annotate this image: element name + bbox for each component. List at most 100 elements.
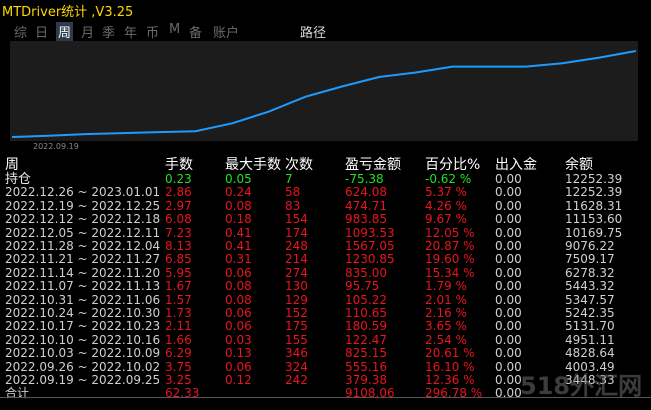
cell-pct: 19.60 % <box>425 252 475 267</box>
table-row[interactable]: 2022.11.21 ~ 2022.11.27 6.85 0.31 214 1230.8… <box>0 252 651 267</box>
tab-account[interactable]: 账户 <box>213 22 239 41</box>
header-balance: 余额 <box>565 157 593 173</box>
tab-week[interactable]: 周 <box>56 22 74 41</box>
table-row[interactable]: 2022.12.26 ~ 2023.01.01 2.86 0.24 58 624.08 5… <box>0 185 651 200</box>
cell-max-lots: 0.06 <box>225 265 252 280</box>
cell-lots: 3.75 <box>165 359 192 374</box>
cell-count: 242 <box>285 373 308 387</box>
cell-deposit: 0.00 <box>495 239 522 253</box>
cell-pl: 1567.05 <box>345 239 395 253</box>
cell-balance: 4828.64 <box>565 346 615 361</box>
cell-count: 274 <box>285 265 308 280</box>
cell-balance: 4951.11 <box>565 332 615 347</box>
cell-count: 83 <box>285 198 301 213</box>
tab-backup[interactable]: 备 <box>189 22 202 41</box>
cell-period: 2022.09.26 ~ 2022.10.02 <box>5 359 161 374</box>
cell-deposit: 0.00 <box>495 225 522 240</box>
cell-count: 7 <box>285 172 293 186</box>
cell-balance: 7509.17 <box>565 252 615 267</box>
cell-pct: 20.61 % <box>425 346 475 361</box>
cell-pl: 110.65 <box>345 306 387 320</box>
cell-lots: 1.73 <box>165 306 192 320</box>
cell-period: 2022.11.14 ~ 2022.11.20 <box>5 265 161 280</box>
tab-year[interactable]: 年 <box>124 22 137 41</box>
table-row[interactable]: 2022.10.31 ~ 2022.11.06 1.57 0.08 129 105.22… <box>0 292 651 307</box>
table-row[interactable]: 2022.12.05 ~ 2022.12.11 7.23 0.41 174 1093.5… <box>0 225 651 240</box>
tab-day[interactable]: 日 <box>35 22 48 41</box>
cell-pct: 2.01 % <box>425 292 467 307</box>
balance-chart <box>10 41 638 141</box>
cell-lots: 5.95 <box>165 265 192 280</box>
cell-lots: 2.97 <box>165 198 192 213</box>
cell-max-lots: 0.18 <box>225 212 252 227</box>
tab-m[interactable]: M <box>169 22 180 37</box>
cell-max-lots: 0.06 <box>225 359 252 374</box>
table-row[interactable]: 2022.12.19 ~ 2022.12.25 2.97 0.08 83 474.71 4… <box>0 198 651 213</box>
cell-lots: 6.85 <box>165 252 192 267</box>
cell-deposit: 0.00 <box>495 319 522 334</box>
cell-count: 324 <box>285 359 308 374</box>
cell-max-lots: 0.08 <box>225 292 252 307</box>
cell-balance: 5131.70 <box>565 319 615 334</box>
tab-quarter[interactable]: 季 <box>102 22 115 41</box>
cell-pct: 12.05 % <box>425 225 475 240</box>
cell-balance: 10169.75 <box>565 225 623 240</box>
table-row[interactable]: 2022.12.12 ~ 2022.12.18 6.08 0.18 154 983.85… <box>0 212 651 227</box>
cell-period: 持仓 <box>5 172 32 187</box>
tab-path[interactable]: 路径 <box>300 22 326 41</box>
cell-deposit: 0.00 <box>495 306 522 320</box>
cell-pct: 20.87 % <box>425 239 475 253</box>
balance-series-line <box>11 50 637 138</box>
cell-period: 2022.10.24 ~ 2022.10.30 <box>5 306 161 320</box>
cell-max-lots: 0.03 <box>225 332 252 347</box>
cell-count: 152 <box>285 306 308 320</box>
table-row[interactable]: 2022.11.14 ~ 2022.11.20 5.95 0.06 274 835.00… <box>0 265 651 280</box>
table-row[interactable]: 2022.10.17 ~ 2022.10.23 2.11 0.06 175 180.59… <box>0 319 651 334</box>
tab-currency[interactable]: 币 <box>146 22 159 41</box>
cell-deposit: 0.00 <box>495 292 522 307</box>
cell-pl: 9108.06 <box>345 386 395 401</box>
cell-balance: 6278.32 <box>565 265 615 280</box>
cell-max-lots: 0.41 <box>225 225 252 240</box>
cell-period: 2022.12.19 ~ 2022.12.25 <box>5 198 161 213</box>
table-row[interactable]: 2022.11.07 ~ 2022.11.13 1.67 0.08 130 95.75 1… <box>0 279 651 294</box>
header-pl: 盈亏金额 <box>345 157 401 173</box>
cell-period: 2022.12.12 ~ 2022.12.18 <box>5 212 161 227</box>
cell-pl: 835.00 <box>345 265 387 280</box>
cell-balance: 9076.22 <box>565 239 615 253</box>
cell-pct: 12.36 % <box>425 373 475 387</box>
watermark: 518外汇网 <box>520 372 643 400</box>
table-row[interactable]: 2022.10.03 ~ 2022.10.09 6.29 0.13 346 825.15… <box>0 346 651 361</box>
cell-pct: 2.16 % <box>425 306 467 320</box>
cell-pl: 555.16 <box>345 359 387 374</box>
cell-count: 130 <box>285 279 308 294</box>
cell-deposit: 0.00 <box>495 252 522 267</box>
table-row[interactable]: 2022.10.10 ~ 2022.10.16 1.66 0.03 155 122.47… <box>0 332 651 347</box>
cell-deposit: 0.00 <box>495 359 522 374</box>
cell-pct: 5.37 % <box>425 185 467 200</box>
cell-max-lots: 0.08 <box>225 279 252 294</box>
cell-pl: 1230.85 <box>345 252 395 267</box>
cell-period: 2022.10.10 ~ 2022.10.16 <box>5 332 161 347</box>
header-max-lots: 最大手数 <box>225 157 281 173</box>
holding-row[interactable]: 持仓 0.23 0.05 7 -75.38 -0.62 % 0.00 12252.39 <box>0 172 651 187</box>
tab-month[interactable]: 月 <box>81 22 94 41</box>
cell-balance: 5443.32 <box>565 279 615 294</box>
cell-balance: 12252.39 <box>565 172 623 186</box>
table-row[interactable]: 2022.10.24 ~ 2022.10.30 1.73 0.06 152 110.65… <box>0 306 651 320</box>
cell-count: 58 <box>285 185 301 200</box>
table-row[interactable]: 2022.11.28 ~ 2022.12.04 8.13 0.41 248 1567.0… <box>0 239 651 253</box>
cell-lots: 7.23 <box>165 225 192 240</box>
cell-lots: 1.57 <box>165 292 192 307</box>
cell-pl: 105.22 <box>345 292 387 307</box>
tab-summary[interactable]: 综 <box>14 22 27 41</box>
cell-pl: 624.08 <box>345 185 387 200</box>
cell-pct: 9.67 % <box>425 212 467 227</box>
cell-pl: 825.15 <box>345 346 387 361</box>
cell-deposit: 0.00 <box>495 212 522 227</box>
cell-deposit: 0.00 <box>495 332 522 347</box>
cell-pl: 983.85 <box>345 212 387 227</box>
cell-lots: 1.67 <box>165 279 192 294</box>
cell-balance: 11628.31 <box>565 198 623 213</box>
cell-count: 155 <box>285 332 308 347</box>
